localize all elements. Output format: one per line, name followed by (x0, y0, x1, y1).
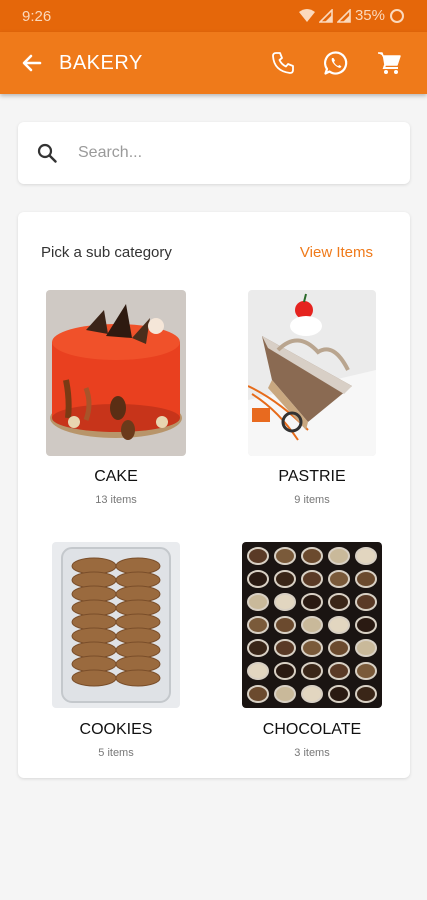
search-bar (18, 122, 410, 184)
call-button[interactable] (270, 50, 296, 76)
signal-icon-2 (336, 8, 351, 23)
category-name: COOKIES (79, 721, 153, 738)
category-count: 5 items (98, 747, 134, 759)
back-button[interactable] (20, 51, 44, 75)
cart-button[interactable] (376, 50, 402, 76)
pastrie-image (248, 290, 376, 456)
category-count: 3 items (294, 747, 330, 759)
wifi-icon (298, 8, 315, 22)
category-count: 13 items (95, 494, 137, 506)
view-items-link[interactable]: View Items (300, 244, 373, 261)
battery-icon (390, 8, 404, 23)
subcategory-card: Pick a sub category View Items CAKE 13 i… (18, 212, 410, 778)
battery-percent: 35% (354, 7, 385, 24)
signal-icon (318, 8, 333, 23)
app-bar: BAKERY (0, 32, 427, 94)
category-name: CAKE (94, 468, 138, 485)
phone-icon (272, 52, 294, 74)
search-icon (37, 143, 57, 163)
chocolate-image (242, 542, 382, 708)
whatsapp-button[interactable] (323, 50, 349, 76)
search-input[interactable] (78, 136, 388, 170)
status-bar: 9:26 35% (0, 0, 427, 32)
category-name: PASTRIE (278, 468, 346, 485)
whatsapp-icon (324, 51, 348, 75)
category-name: CHOCOLATE (262, 721, 362, 738)
section-heading: Pick a sub category (41, 244, 172, 261)
arrow-left-icon (22, 54, 42, 72)
status-indicators: 35% (298, 7, 405, 24)
status-time: 9:26 (22, 8, 52, 25)
cookies-image (52, 542, 180, 708)
cart-icon (378, 52, 401, 74)
page-title: BAKERY (59, 52, 143, 74)
category-count: 9 items (294, 494, 330, 506)
cake-image (46, 290, 186, 456)
